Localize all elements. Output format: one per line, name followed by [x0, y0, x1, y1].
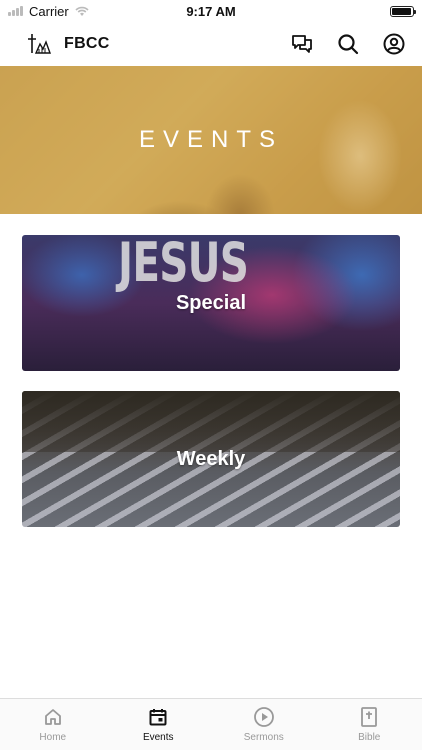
tab-label: Bible	[358, 732, 381, 743]
events-hero-banner: EVENTS	[0, 66, 422, 214]
tab-label: Sermons	[243, 732, 284, 743]
account-icon[interactable]	[382, 32, 406, 56]
tab-sermons[interactable]: Sermons	[211, 699, 317, 750]
status-time: 9:17 AM	[186, 3, 236, 19]
chat-icon[interactable]	[290, 32, 314, 56]
card-image-text: JESUS	[118, 235, 249, 294]
weekly-card-label: Weekly	[176, 447, 246, 470]
header-actions	[290, 32, 406, 56]
tab-label: Home	[39, 732, 67, 743]
carrier-label: Carrier	[29, 3, 69, 19]
tab-bar: Home Events Sermons Bible	[0, 698, 422, 750]
brand-title: FBCC	[64, 35, 110, 52]
status-left: Carrier	[8, 4, 89, 19]
tab-events[interactable]: Events	[106, 699, 212, 750]
special-events-card[interactable]: JESUS Special	[22, 235, 400, 371]
calendar-icon	[147, 706, 169, 728]
search-icon[interactable]	[336, 32, 360, 56]
weekly-events-card[interactable]: Weekly	[22, 391, 400, 527]
logo-icon[interactable]	[26, 31, 52, 57]
battery-icon	[390, 5, 416, 17]
bible-icon	[358, 706, 380, 728]
tab-label: Events	[142, 732, 174, 743]
signal-icon	[8, 6, 23, 16]
hero-title: EVENTS	[138, 126, 284, 153]
tab-home[interactable]: Home	[0, 699, 106, 750]
app-header: FBCC	[0, 24, 422, 64]
battery-fill	[392, 7, 411, 15]
wifi-icon	[75, 6, 89, 16]
tab-bible[interactable]: Bible	[317, 699, 422, 750]
special-card-label: Special	[175, 291, 247, 314]
status-bar: Carrier 9:17 AM	[0, 0, 422, 22]
home-icon	[42, 706, 64, 728]
play-icon	[253, 706, 275, 728]
